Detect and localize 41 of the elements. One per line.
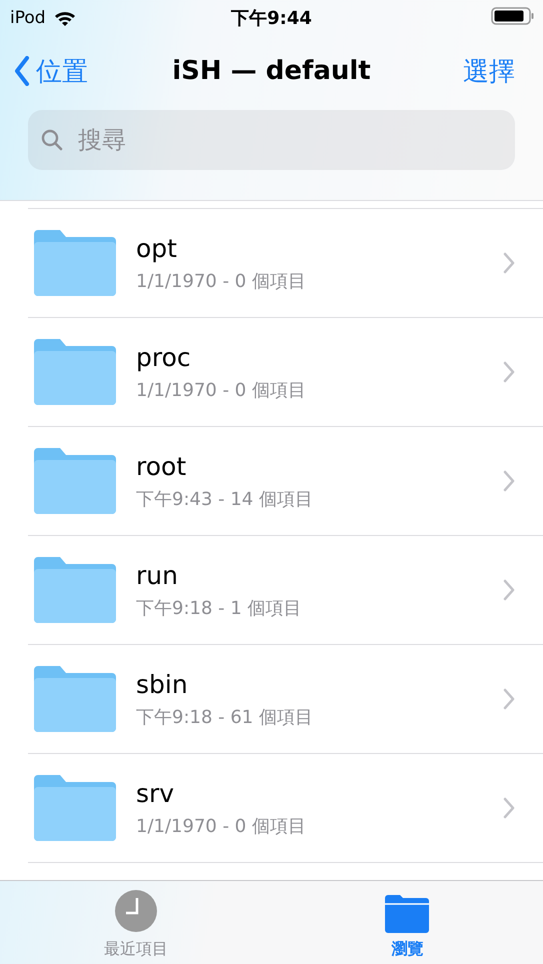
- chevron-right-icon: [503, 688, 515, 710]
- folder-detail: 1/1/1970 - 0 個項目: [136, 270, 307, 292]
- folder-detail: 1/1/1970 - 0 個項目: [136, 814, 307, 838]
- chevron-right-icon: [503, 470, 515, 492]
- folder-icon: [34, 666, 116, 732]
- chevron-right-icon: [503, 361, 515, 383]
- battery-icon: [491, 7, 535, 25]
- folder-row[interactable]: proc 1/1/1970 - 0 個項目: [28, 318, 543, 427]
- folder-icon: [385, 895, 430, 933]
- folder-detail: 下午9:18 - 61 個項目: [136, 706, 314, 728]
- folder-row[interactable]: opt 1/1/1970 - 0 個項目: [28, 209, 543, 318]
- nav-title: iSH — default: [172, 56, 371, 86]
- folder-row[interactable]: run 下午9:18 - 1 個項目: [28, 536, 543, 645]
- folder-name: proc: [136, 342, 192, 372]
- folder-icon: [34, 339, 116, 405]
- folder-detail: 1/1/1970 - 0 個項目: [136, 378, 307, 402]
- folder-icon: [34, 448, 116, 514]
- chevron-right-icon: [503, 797, 515, 819]
- folder-row[interactable]: sbin 下午9:18 - 61 個項目: [28, 645, 543, 754]
- chevron-right-icon: [503, 579, 515, 601]
- status-time: 下午9:44: [231, 7, 312, 30]
- search-icon: [40, 128, 64, 152]
- chevron-right-icon: [503, 252, 515, 274]
- carrier-name: iPod: [10, 8, 46, 28]
- folder-icon: [34, 230, 116, 296]
- chevron-left-icon: [14, 56, 30, 86]
- folder-detail: 下午9:18 - 1 個項目: [136, 596, 303, 620]
- clock-icon: [114, 889, 158, 933]
- tab-item[interactable]: 瀏覽: [272, 881, 543, 964]
- folder-name: run: [136, 560, 179, 590]
- select-button[interactable]: 選擇: [463, 54, 515, 88]
- folder-row[interactable]: root 下午9:43 - 14 個項目: [28, 427, 543, 536]
- folder-detail: 下午9:43 - 14 個項目: [136, 488, 314, 510]
- folder-name: opt: [136, 234, 178, 262]
- folder-name: srv: [136, 778, 176, 808]
- folder-icon: [34, 775, 116, 841]
- folder-name: sbin: [136, 670, 189, 698]
- folder-icon: [34, 557, 116, 623]
- wifi-icon: [54, 10, 76, 26]
- folder-row[interactable]: srv 1/1/1970 - 0 個項目: [28, 754, 543, 863]
- folder-name: root: [136, 452, 188, 480]
